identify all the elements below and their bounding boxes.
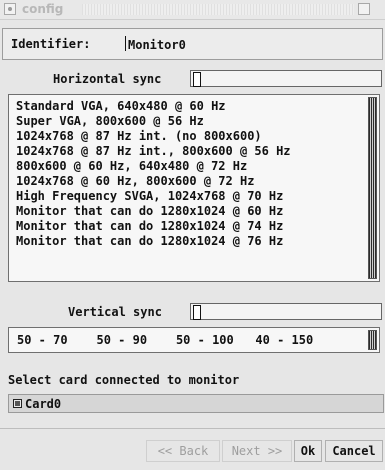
horizontal-sync-option[interactable]: Monitor that can do 1280x1024 @ 60 Hz bbox=[9, 204, 379, 219]
ok-button[interactable]: Ok bbox=[294, 440, 322, 462]
horizontal-sync-input[interactable] bbox=[190, 70, 382, 87]
identifier-input[interactable] bbox=[128, 35, 378, 53]
horizontal-sync-option[interactable]: Standard VGA, 640x480 @ 60 Hz bbox=[9, 99, 379, 114]
horizontal-sync-option[interactable]: Super VGA, 800x600 @ 56 Hz bbox=[9, 114, 379, 129]
maximize-icon[interactable] bbox=[358, 3, 370, 15]
window-menu-icon[interactable] bbox=[4, 3, 16, 15]
vertical-sync-list[interactable]: 50 - 70 50 - 90 50 - 100 40 - 150 bbox=[8, 327, 380, 353]
back-button[interactable]: << Back bbox=[146, 440, 220, 462]
text-cursor bbox=[125, 36, 126, 51]
horizontal-sync-option[interactable]: 1024x768 @ 87 Hz int. (no 800x600) bbox=[9, 129, 379, 144]
card-label: Card0 bbox=[25, 397, 62, 411]
vertical-sync-input[interactable] bbox=[190, 303, 382, 320]
cancel-button[interactable]: Cancel bbox=[325, 440, 383, 462]
identifier-label: Identifier: bbox=[11, 37, 91, 51]
horizontal-sync-list[interactable]: Standard VGA, 640x480 @ 60 Hz Super VGA, … bbox=[8, 94, 380, 282]
horizontal-sync-option[interactable]: Monitor that can do 1280x1024 @ 76 Hz bbox=[9, 234, 379, 249]
window-title: config bbox=[22, 2, 64, 16]
identifier-row: Identifier: bbox=[2, 28, 383, 60]
horizontal-sync-option[interactable]: 800x600 @ 60 Hz, 640x480 @ 72 Hz bbox=[9, 159, 379, 174]
vertical-sync-options[interactable]: 50 - 70 50 - 90 50 - 100 40 - 150 bbox=[17, 333, 313, 347]
horizontal-sync-option[interactable]: 1024x768 @ 60 Hz, 800x600 @ 72 Hz bbox=[9, 174, 379, 189]
select-card-prompt: Select card connected to monitor bbox=[8, 373, 240, 387]
card-list-item[interactable]: Card0 bbox=[8, 394, 384, 413]
divider bbox=[0, 428, 385, 429]
vertical-sync-label: Vertical sync bbox=[68, 305, 162, 319]
title-bar-stripes bbox=[82, 4, 354, 15]
horizontal-sync-option[interactable]: 1024x768 @ 87 Hz int., 800x600 @ 56 Hz bbox=[9, 144, 379, 159]
card-checkbox-icon[interactable] bbox=[13, 399, 22, 408]
horizontal-sync-option[interactable]: High Frequency SVGA, 1024x768 @ 70 Hz bbox=[9, 189, 379, 204]
title-bar[interactable]: config bbox=[0, 0, 385, 20]
horizontal-sync-scrollbar[interactable] bbox=[368, 97, 377, 279]
vertical-sync-scrollbar[interactable] bbox=[368, 330, 377, 350]
next-button[interactable]: Next >> bbox=[222, 440, 292, 462]
horizontal-sync-label: Horizontal sync bbox=[53, 72, 162, 86]
horizontal-sync-option[interactable]: Monitor that can do 1280x1024 @ 74 Hz bbox=[9, 219, 379, 234]
